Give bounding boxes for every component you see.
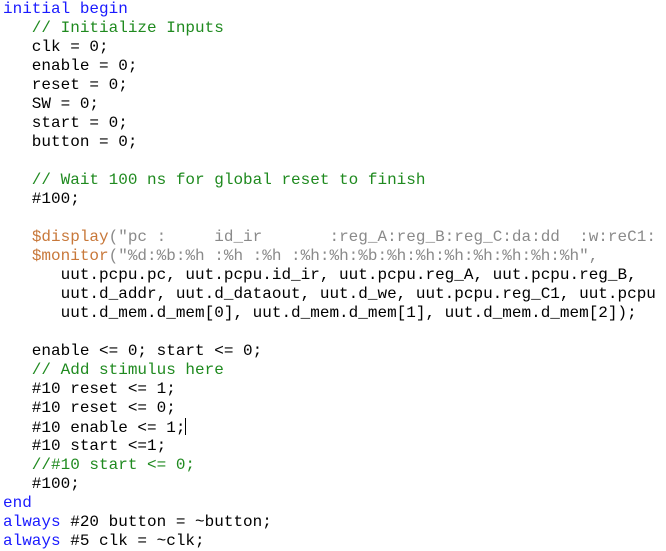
code-token: #100; <box>3 190 80 208</box>
comment-token: // Initialize Inputs <box>3 19 224 37</box>
comment-token: //#10 start <= 0; <box>3 456 196 474</box>
code-line[interactable]: #10 reset <= 0; <box>3 399 656 418</box>
keyword-token: always <box>3 532 61 550</box>
code-line[interactable] <box>3 152 656 171</box>
code-token: #100; <box>3 475 80 493</box>
keyword-token: end <box>3 494 32 512</box>
code-token: clk = 0; <box>3 38 109 56</box>
code-line[interactable]: always #5 clk = ~clk; <box>3 532 656 551</box>
code-line[interactable]: #10 reset <= 1; <box>3 380 656 399</box>
code-editor[interactable]: initial begin // Initialize Inputs clk =… <box>3 0 656 551</box>
code-token: #20 button = ~button; <box>60 513 272 531</box>
code-token: enable <= 0; start <= 0; <box>3 342 263 360</box>
code-line[interactable] <box>3 323 656 342</box>
code-line[interactable]: #10 start <=1; <box>3 437 656 456</box>
code-token: button = 0; <box>3 133 138 151</box>
keyword-token: initial begin <box>3 0 128 18</box>
system-task-token: $display <box>31 228 109 246</box>
code-line[interactable]: enable <= 0; start <= 0; <box>3 342 656 361</box>
text-cursor <box>185 418 187 435</box>
code-line[interactable]: uut.d_mem.d_mem[0], uut.d_mem.d_mem[1], … <box>3 304 656 323</box>
code-line[interactable]: #10 enable <= 1; <box>3 418 656 437</box>
code-line[interactable]: start = 0; <box>3 114 656 133</box>
code-line[interactable]: button = 0; <box>3 133 656 152</box>
comment-token: // Wait 100 ns for global reset to finis… <box>3 171 426 189</box>
code-token: #10 reset <= 1; <box>3 380 176 398</box>
code-line[interactable]: SW = 0; <box>3 95 656 114</box>
code-token: reset = 0; <box>3 76 128 94</box>
code-line[interactable]: #100; <box>3 190 656 209</box>
code-line[interactable]: reset = 0; <box>3 76 656 95</box>
code-line[interactable]: // Wait 100 ns for global reset to finis… <box>3 171 656 190</box>
code-token: uut.d_addr, uut.d_dataout, uut.d_we, uut… <box>3 285 656 303</box>
code-line[interactable]: always #20 button = ~button; <box>3 513 656 532</box>
code-line[interactable]: uut.pcpu.pc, uut.pcpu.id_ir, uut.pcpu.re… <box>3 266 656 285</box>
string-token: ("%d:%b:%h :%h :%h :%h:%h:%b:%h:%h:%h:%h… <box>108 247 599 265</box>
code-token: uut.d_mem.d_mem[0], uut.d_mem.d_mem[1], … <box>3 304 637 322</box>
code-line[interactable]: // Initialize Inputs <box>3 19 656 38</box>
code-line[interactable]: //#10 start <= 0; <box>3 456 656 475</box>
code-line[interactable] <box>3 209 656 228</box>
code-line[interactable]: // Add stimulus here <box>3 361 656 380</box>
code-line[interactable]: $monitor("%d:%b:%h :%h :%h :%h:%h:%b:%h:… <box>3 247 656 266</box>
code-line[interactable]: $display("pc : id_ir :reg_A:reg_B:reg_C:… <box>3 228 656 247</box>
code-line[interactable]: initial begin <box>3 0 656 19</box>
code-token: #5 clk = ~clk; <box>60 532 205 550</box>
code-token: #10 start <=1; <box>3 437 167 455</box>
string-token: ("pc : id_ir :reg_A:reg_B:reg_C:da:dd :w… <box>108 228 656 246</box>
code-token: SW = 0; <box>3 95 100 113</box>
code-token: #10 reset <= 0; <box>3 399 176 417</box>
code-line[interactable]: #100; <box>3 475 656 494</box>
code-token: #10 enable <= 1; <box>3 419 186 437</box>
code-line[interactable]: clk = 0; <box>3 38 656 57</box>
comment-token: // Add stimulus here <box>3 361 224 379</box>
code-token: enable = 0; <box>3 57 138 75</box>
code-line[interactable]: end <box>3 494 656 513</box>
keyword-token: always <box>3 513 61 531</box>
system-task-token: $monitor <box>31 247 109 265</box>
code-line[interactable]: enable = 0; <box>3 57 656 76</box>
code-line[interactable]: uut.d_addr, uut.d_dataout, uut.d_we, uut… <box>3 285 656 304</box>
code-token: start = 0; <box>3 114 128 132</box>
code-token: uut.pcpu.pc, uut.pcpu.id_ir, uut.pcpu.re… <box>3 266 637 284</box>
